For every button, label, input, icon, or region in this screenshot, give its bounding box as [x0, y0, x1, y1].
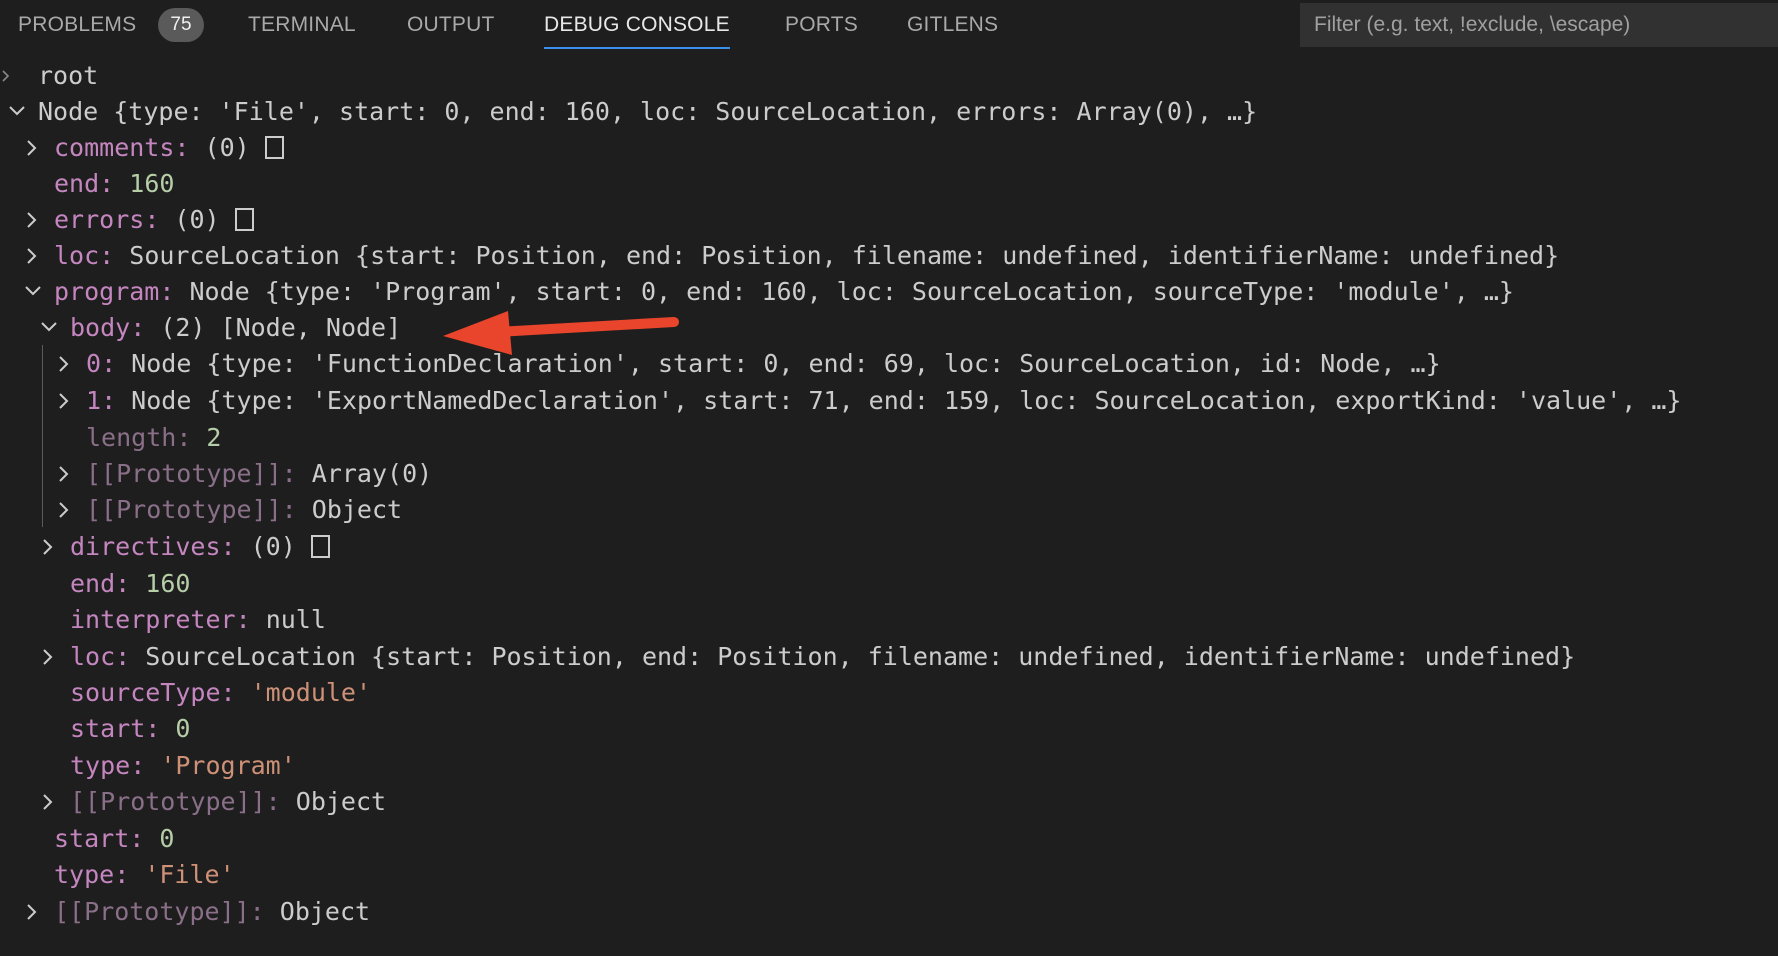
annotation-arrow-icon — [443, 311, 679, 355]
debug-panel: PROBLEMS 75 TERMINAL OUTPUT DEBUG CONSOL… — [0, 0, 1778, 956]
